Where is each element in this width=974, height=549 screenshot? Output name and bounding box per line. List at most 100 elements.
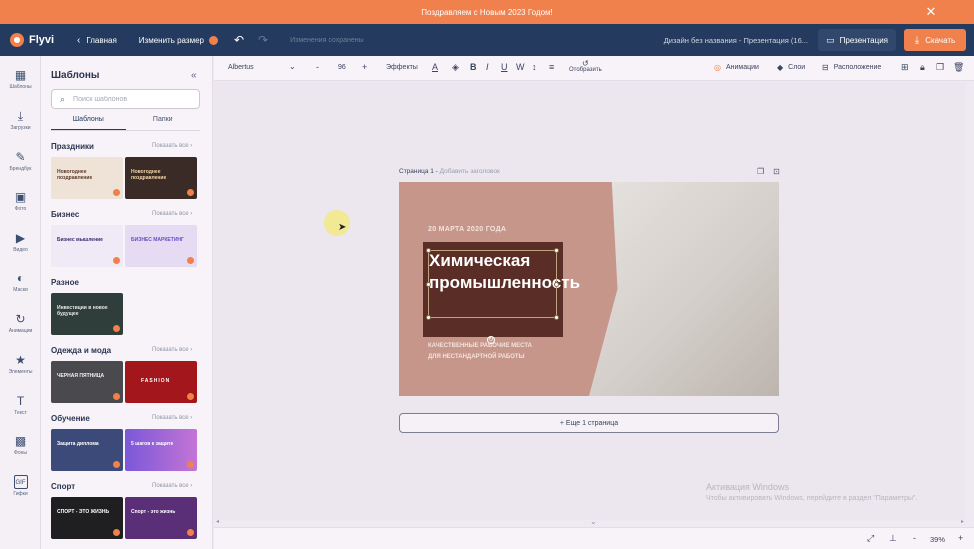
show-all-link[interactable]: Показать все › bbox=[152, 347, 192, 353]
show-all-link[interactable]: Показать все › bbox=[152, 143, 192, 149]
template-thumb[interactable]: БИЗНЕС МАРКЕТИНГ bbox=[125, 225, 197, 267]
bold-icon[interactable]: B bbox=[470, 62, 477, 72]
rail-item-text[interactable]: T Текст bbox=[0, 386, 41, 426]
chevron-down-icon[interactable]: ⌄ bbox=[289, 62, 296, 71]
undo-icon[interactable]: ↶ bbox=[234, 33, 244, 47]
highlight-icon[interactable]: ◈ bbox=[452, 62, 459, 73]
scroll-left-icon[interactable]: ◂ bbox=[216, 518, 219, 525]
resize-handle[interactable] bbox=[554, 248, 559, 253]
chevron-down-icon[interactable]: ⌄ bbox=[590, 517, 597, 526]
template-thumb[interactable]: СПОРТ - ЭТО ЖИЗНЬ bbox=[51, 497, 123, 539]
letter-spacing-icon[interactable]: W bbox=[516, 62, 525, 72]
redo-icon[interactable]: ↷ bbox=[258, 33, 268, 47]
zoom-level[interactable]: 39% bbox=[930, 535, 945, 544]
premium-badge-icon bbox=[187, 257, 194, 264]
collapse-panel-icon[interactable]: « bbox=[191, 70, 197, 81]
slide-photo[interactable] bbox=[589, 182, 779, 396]
slide-subtitle[interactable]: КАЧЕСТВЕННЫЕ РАБОЧИЕ МЕСТА ДЛЯ НЕСТАНДАР… bbox=[428, 341, 532, 363]
resize-handle[interactable] bbox=[554, 315, 559, 320]
show-all-link[interactable]: Показать все › bbox=[152, 483, 192, 489]
template-thumb[interactable]: Спорт - это жизнь bbox=[125, 497, 197, 539]
resize-handle[interactable] bbox=[554, 282, 559, 287]
slide[interactable]: 20 МАРТА 2020 ГОДА Химическая промышленн… bbox=[399, 182, 779, 396]
template-search[interactable]: ⌕ bbox=[51, 89, 200, 109]
tab-folders[interactable]: Папки bbox=[126, 114, 201, 130]
copy-page-icon[interactable]: ❐ bbox=[757, 167, 764, 176]
add-title-link[interactable]: Добавить заголовок bbox=[438, 168, 500, 175]
rail-item-backgrounds[interactable]: ▩ Фоны bbox=[0, 426, 41, 466]
layers-icon: ◆ bbox=[777, 63, 784, 72]
resize-button[interactable]: Изменить размер bbox=[139, 35, 218, 45]
rail-item-gifs[interactable]: GIF Гифки bbox=[0, 467, 41, 507]
add-page-button[interactable]: + Еще 1 страница bbox=[399, 413, 779, 433]
flip-button[interactable]: ↺ Отобразить bbox=[569, 60, 602, 74]
scroll-right-icon[interactable]: ▸ bbox=[961, 518, 964, 525]
font-size-decrease-button[interactable]: - bbox=[316, 62, 319, 72]
italic-icon[interactable]: I bbox=[486, 62, 489, 72]
rail-label: Загрузки bbox=[10, 125, 31, 131]
align-icon[interactable]: ≡ bbox=[549, 62, 554, 72]
template-thumb[interactable]: Инвестиции в новое будущее bbox=[51, 293, 123, 335]
text-icon: T bbox=[16, 394, 25, 408]
close-icon[interactable]: ✕ bbox=[924, 5, 938, 19]
rail-item-brandbook[interactable]: ✎ Брендбук bbox=[0, 142, 41, 182]
show-all-link[interactable]: Показать все › bbox=[152, 211, 192, 217]
rail-item-templates[interactable]: ▦ Шаблоны bbox=[0, 60, 41, 100]
rail-item-elements[interactable]: ★ Элементы bbox=[0, 345, 41, 385]
trash-icon[interactable]: 🗑︎ bbox=[953, 62, 964, 73]
template-thumb[interactable]: 5 шагов к защите bbox=[125, 429, 197, 471]
effects-button[interactable]: Эффекты bbox=[386, 64, 418, 71]
fit-screen-icon[interactable]: ⤢ bbox=[867, 533, 874, 544]
announcement-banner: Поздравляем с Новым 2023 Годом! ✕ bbox=[0, 0, 974, 24]
show-all-label: Показать все bbox=[152, 211, 189, 217]
template-thumb[interactable]: Защита диплома bbox=[51, 429, 123, 471]
template-thumb[interactable]: Новогоднее поздравление bbox=[51, 157, 123, 199]
canvas-area[interactable]: Страница 1 - Добавить заголовок ❐ ⊡ 20 МА… bbox=[214, 82, 966, 522]
duplicate-icon[interactable]: ❐ bbox=[936, 62, 944, 73]
add-page-icon[interactable]: ⊡ bbox=[773, 167, 780, 176]
font-size-value[interactable]: 96 bbox=[338, 64, 346, 71]
slide-date-text[interactable]: 20 МАРТА 2020 ГОДА bbox=[428, 226, 506, 233]
rail-label: Видео bbox=[13, 247, 28, 253]
logo[interactable]: Flyvi bbox=[10, 33, 72, 47]
home-link[interactable]: ‹ Главная bbox=[77, 35, 117, 46]
rail-item-animations[interactable]: ↻ Анимации bbox=[0, 304, 41, 344]
resize-handle[interactable] bbox=[426, 282, 431, 287]
horizontal-scrollbar[interactable]: ◂ ⌄ ▸ bbox=[214, 517, 966, 527]
selection-box[interactable] bbox=[426, 248, 559, 320]
grid-icon[interactable]: ⊞ bbox=[901, 62, 909, 73]
document-title[interactable]: Дизайн без названия - Презентация (16... bbox=[664, 36, 808, 45]
rail-item-video[interactable]: ▶ Видео bbox=[0, 223, 41, 263]
resize-handle[interactable] bbox=[426, 315, 431, 320]
fit-height-icon[interactable]: ⊥ bbox=[889, 533, 897, 544]
template-thumb[interactable]: Новогоднее поздравление bbox=[125, 157, 197, 199]
layers-button[interactable]: ◆ Слои bbox=[777, 63, 805, 72]
font-size-increase-button[interactable]: + bbox=[362, 62, 367, 72]
rail-item-photo[interactable]: ▣ Фото bbox=[0, 182, 41, 222]
animations-button[interactable]: ◎ Анимации bbox=[714, 63, 759, 72]
resize-handle[interactable] bbox=[426, 248, 431, 253]
template-thumb[interactable]: Бизнес мышление bbox=[51, 225, 123, 267]
templates-icon: ▦ bbox=[14, 68, 27, 82]
line-height-icon[interactable]: ↕ bbox=[532, 62, 537, 72]
rail-item-masks[interactable]: ◐ Маски bbox=[0, 263, 41, 303]
arrange-button[interactable]: ⊟ Расположение bbox=[822, 63, 881, 72]
animations-label: Анимации bbox=[725, 64, 759, 71]
zoom-out-icon[interactable]: - bbox=[913, 533, 916, 543]
download-button[interactable]: ⤓ Скачать bbox=[904, 29, 966, 51]
zoom-in-icon[interactable]: + bbox=[958, 533, 963, 543]
template-thumb[interactable]: ЧЕРНАЯ ПЯТНИЦА bbox=[51, 361, 123, 403]
show-all-link[interactable]: Показать все › bbox=[152, 415, 192, 421]
vertical-scrollbar[interactable] bbox=[966, 82, 974, 522]
text-color-icon[interactable]: A bbox=[432, 62, 438, 72]
tab-templates[interactable]: Шаблоны bbox=[51, 114, 126, 130]
rail-item-uploads[interactable]: ⤓ Загрузки bbox=[0, 101, 41, 141]
font-family-select[interactable]: Albertus bbox=[228, 64, 254, 71]
underline-icon[interactable]: U bbox=[501, 62, 508, 72]
search-input[interactable] bbox=[73, 95, 184, 103]
lock-icon[interactable]: 🔒︎ bbox=[920, 62, 925, 73]
presentation-button[interactable]: ▭ Презентация bbox=[818, 29, 896, 51]
premium-badge-icon bbox=[113, 257, 120, 264]
template-thumb[interactable]: FASHION bbox=[125, 361, 197, 403]
elements-icon: ★ bbox=[15, 353, 26, 367]
